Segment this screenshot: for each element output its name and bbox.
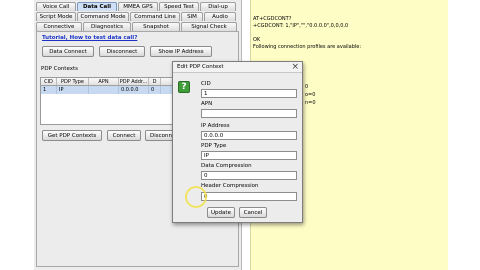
ip-address-field[interactable] xyxy=(201,131,297,140)
close-icon[interactable]: × xyxy=(291,62,299,72)
tab-row-2: Script Mode Command Mode Command Line SI… xyxy=(36,12,236,21)
pdp-type-label: PDP Type xyxy=(201,143,227,149)
tab-command-mode[interactable]: Command Mode xyxy=(77,12,129,21)
apn-field[interactable] xyxy=(201,109,297,118)
log-fragment: o=0 xyxy=(305,92,316,98)
show-ip-address-button[interactable]: Show IP Address xyxy=(150,46,212,57)
update-button[interactable]: Update xyxy=(207,207,235,218)
column-header-cid[interactable]: CID xyxy=(41,78,57,85)
table-cell: IP xyxy=(57,86,89,94)
dialog-titlebar[interactable]: Edit PDP Context × xyxy=(173,62,302,73)
tab-data-call[interactable]: Data Call xyxy=(77,2,117,11)
tab-voice-call[interactable]: Voice Call xyxy=(36,2,76,11)
apn-label: APN xyxy=(201,101,213,107)
column-header-apn[interactable]: APN xyxy=(89,78,119,85)
cid-field[interactable] xyxy=(201,89,297,98)
pdp-contexts-label: PDP Contexts xyxy=(41,66,79,72)
log-line: AT+CGDCONT? xyxy=(253,16,292,22)
tab-script-mode[interactable]: Script Mode xyxy=(36,12,76,21)
tab-snapshot[interactable]: Snapshot xyxy=(132,22,180,31)
tab-row-3: Connective Diagnostics Snapshot Signal C… xyxy=(36,22,237,31)
pdp-type-field[interactable] xyxy=(201,151,297,160)
tab-signal-check[interactable]: Signal Check xyxy=(181,22,237,31)
table-cell: 1 xyxy=(41,86,57,94)
column-header-pdp-type[interactable]: PDP Type xyxy=(57,78,89,85)
tab-audio[interactable]: Audio xyxy=(204,12,236,21)
table-cell: 0.0.0.0 xyxy=(119,86,149,94)
question-icon: ? xyxy=(178,81,190,93)
log-line: +CGDCONT: 1,"IP","","0.0.0.0",0,0,0,0 xyxy=(253,23,349,29)
ip-address-label: IP Address xyxy=(201,123,230,129)
get-pdp-contexts-button[interactable]: Get PDP Contexts xyxy=(42,130,102,141)
dialog-title: Edit PDP Context xyxy=(177,64,224,70)
log-line: Following connection profiles are availa… xyxy=(253,44,362,50)
tab-command-line[interactable]: Command Line xyxy=(130,12,180,21)
header-compression-label: Header Compression xyxy=(201,183,259,189)
column-header-pdp-address[interactable]: PDP Addr... xyxy=(119,78,149,85)
data-compression-field[interactable] xyxy=(201,171,297,180)
connect-button[interactable]: Connect xyxy=(107,130,141,141)
tab-sim[interactable]: SIM xyxy=(181,12,203,21)
tab-mmea-gps[interactable]: MMEA GPS xyxy=(118,2,158,11)
tab-diagnostics[interactable]: Diagnostics xyxy=(83,22,131,31)
tutorial-link[interactable]: Tutorial, How to test data call? xyxy=(42,35,137,41)
data-compression-label: Data Compression xyxy=(201,163,252,169)
disconnect-button[interactable]: Disconnect xyxy=(99,46,145,57)
header-compression-field[interactable] xyxy=(201,192,297,201)
edit-pdp-context-dialog: Edit PDP Context × ? CID APN IP Address … xyxy=(172,61,303,223)
tab-speed-test[interactable]: Speed Test xyxy=(159,2,199,11)
table-cell xyxy=(89,86,119,94)
tab-connective[interactable]: Connective xyxy=(36,22,82,31)
table-cell: 0 xyxy=(149,86,161,94)
tab-dial-up[interactable]: Dial-up xyxy=(200,2,236,11)
log-line: OK xyxy=(253,37,261,43)
log-fragment: n=0 xyxy=(305,100,316,106)
data-connect-button[interactable]: Data Connect xyxy=(42,46,94,57)
tab-row-1: Voice Call Data Call MMEA GPS Speed Test… xyxy=(36,2,236,11)
log-fragment: 0 xyxy=(305,84,309,90)
cancel-button[interactable]: Cancel xyxy=(239,207,267,218)
column-header-d[interactable]: D xyxy=(149,78,161,85)
cid-label: CID xyxy=(201,81,211,87)
